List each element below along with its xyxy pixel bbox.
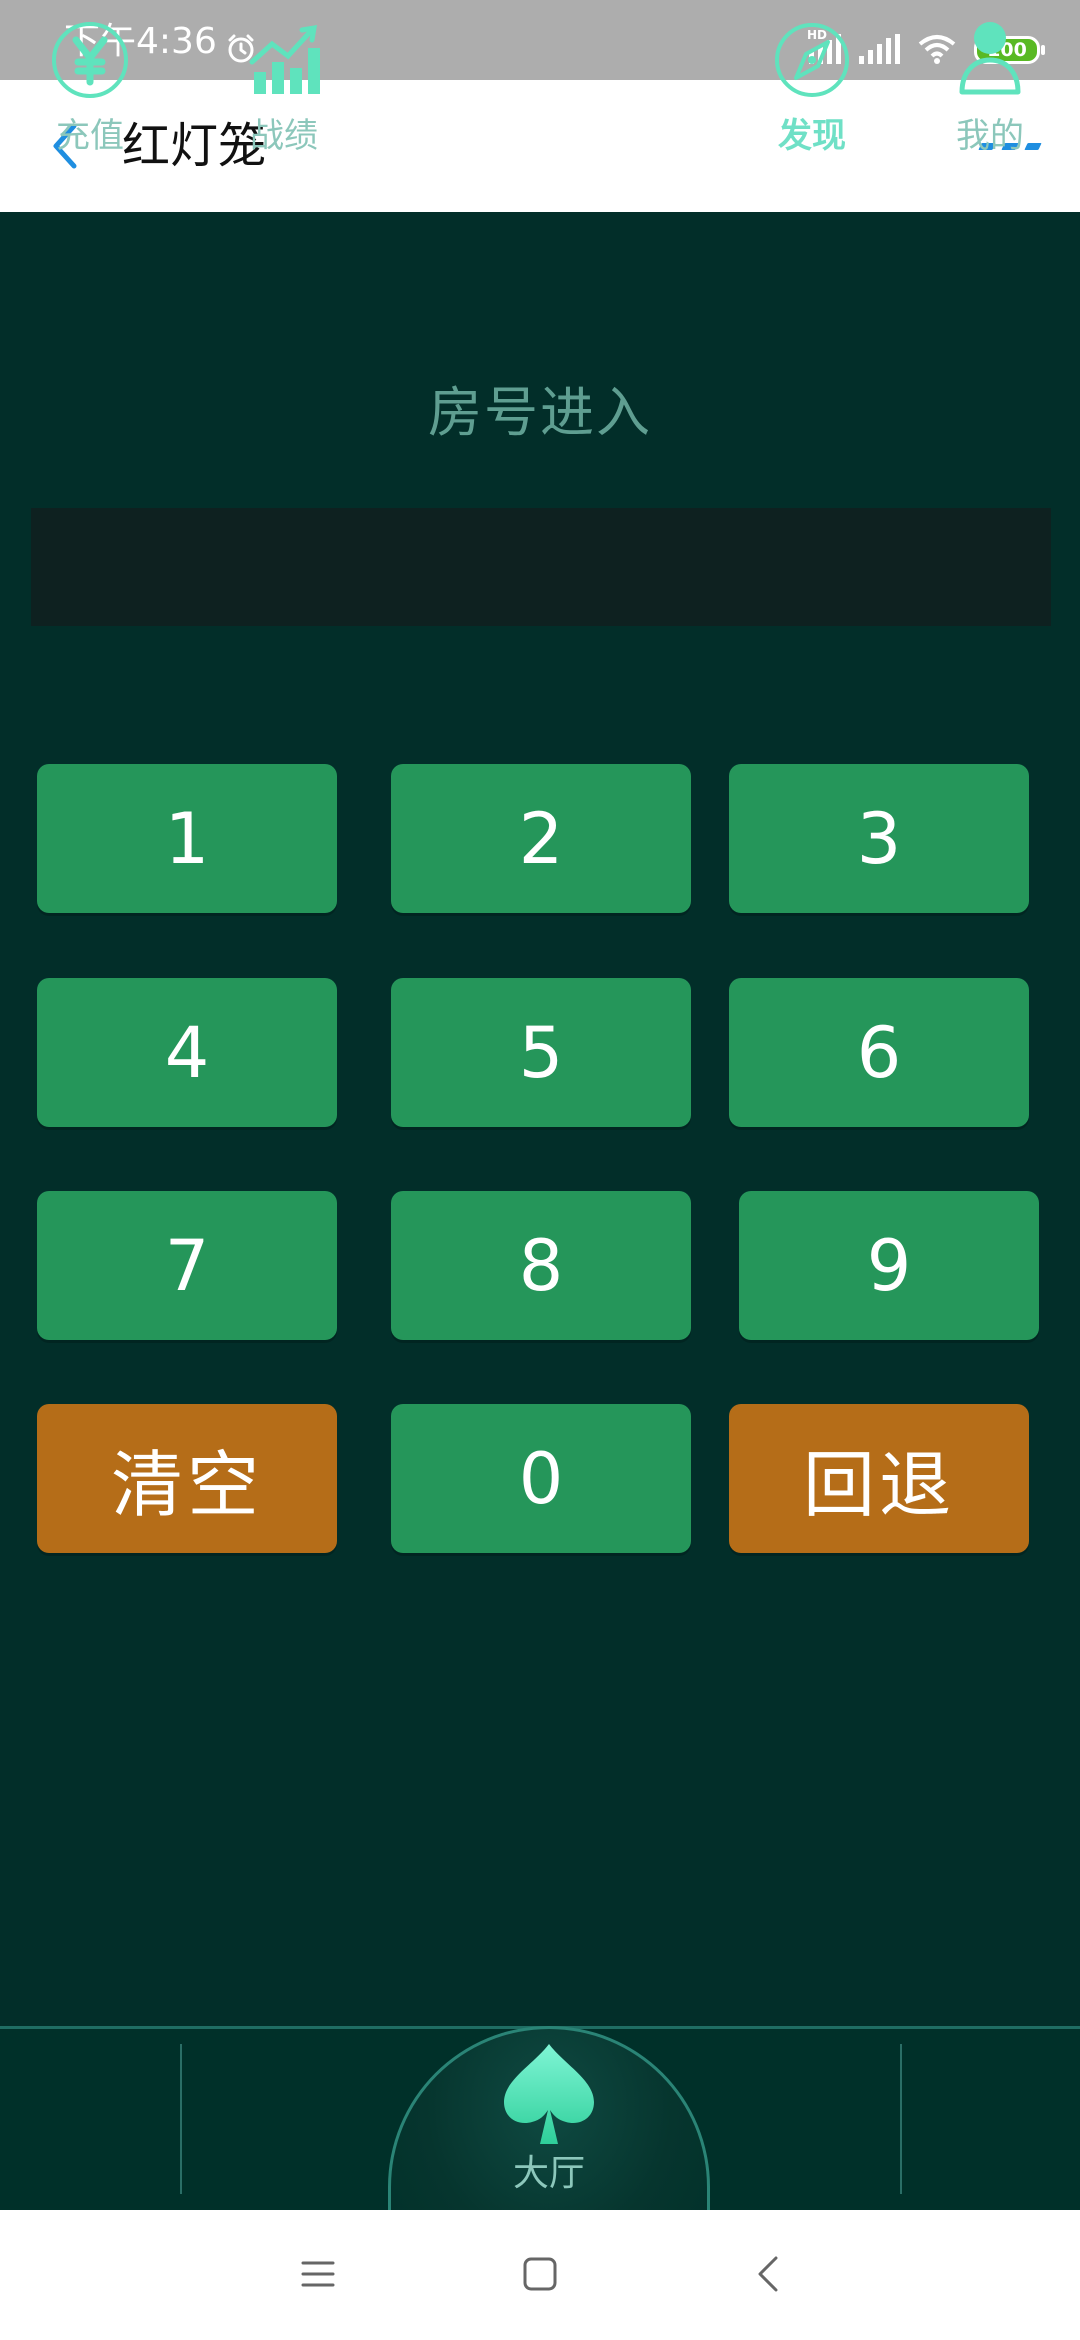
- key-1[interactable]: 1: [37, 764, 337, 913]
- tab-divider: [900, 2044, 902, 2194]
- square-home-icon: [523, 2257, 557, 2291]
- bar-chart-icon: [249, 24, 320, 94]
- key-5[interactable]: 5: [391, 978, 691, 1127]
- nav-back-icon: [758, 2256, 778, 2292]
- compass-icon: [775, 23, 849, 97]
- key-6[interactable]: 6: [729, 978, 1029, 1127]
- spade-icon: [504, 2044, 594, 2144]
- backspace-button[interactable]: 回退: [729, 1404, 1029, 1553]
- system-nav-bar: [0, 2210, 1080, 2340]
- menu-button[interactable]: [288, 2244, 348, 2304]
- tab-discover-label: 发现: [778, 116, 846, 156]
- clear-button[interactable]: 清空: [37, 1404, 337, 1553]
- room-entry-title: 房号进入: [428, 381, 652, 444]
- tab-hall-label: 大厅: [512, 2153, 585, 2194]
- key-4[interactable]: 4: [37, 978, 337, 1127]
- nav-back-button[interactable]: [738, 2244, 798, 2304]
- tab-divider: [180, 2044, 182, 2194]
- key-7[interactable]: 7: [37, 1191, 337, 1340]
- key-2[interactable]: 2: [391, 764, 691, 913]
- tab-hall[interactable]: 大厅: [388, 2040, 710, 2210]
- user-icon: [959, 22, 1021, 95]
- key-8[interactable]: 8: [391, 1191, 691, 1340]
- tab-recharge-label: 充值: [56, 116, 124, 156]
- key-0[interactable]: 0: [391, 1404, 691, 1553]
- tab-mine[interactable]: 我的: [930, 20, 1050, 180]
- home-button[interactable]: [510, 2244, 570, 2304]
- tab-record-label: 战绩: [250, 116, 318, 156]
- key-3[interactable]: 3: [729, 764, 1029, 913]
- tab-record[interactable]: 战绩: [224, 20, 344, 180]
- tab-recharge[interactable]: 充值: [30, 20, 150, 180]
- menu-icon: [301, 2261, 335, 2287]
- yen-icon: [52, 22, 128, 98]
- app-header: 红灯笼: [0, 80, 1080, 212]
- tab-discover[interactable]: 发现: [752, 20, 872, 180]
- status-bar: 下午4:36 HD 100: [0, 0, 1080, 80]
- room-number-input[interactable]: [31, 508, 1051, 626]
- key-9[interactable]: 9: [739, 1191, 1039, 1340]
- tab-mine-label: 我的: [956, 116, 1024, 156]
